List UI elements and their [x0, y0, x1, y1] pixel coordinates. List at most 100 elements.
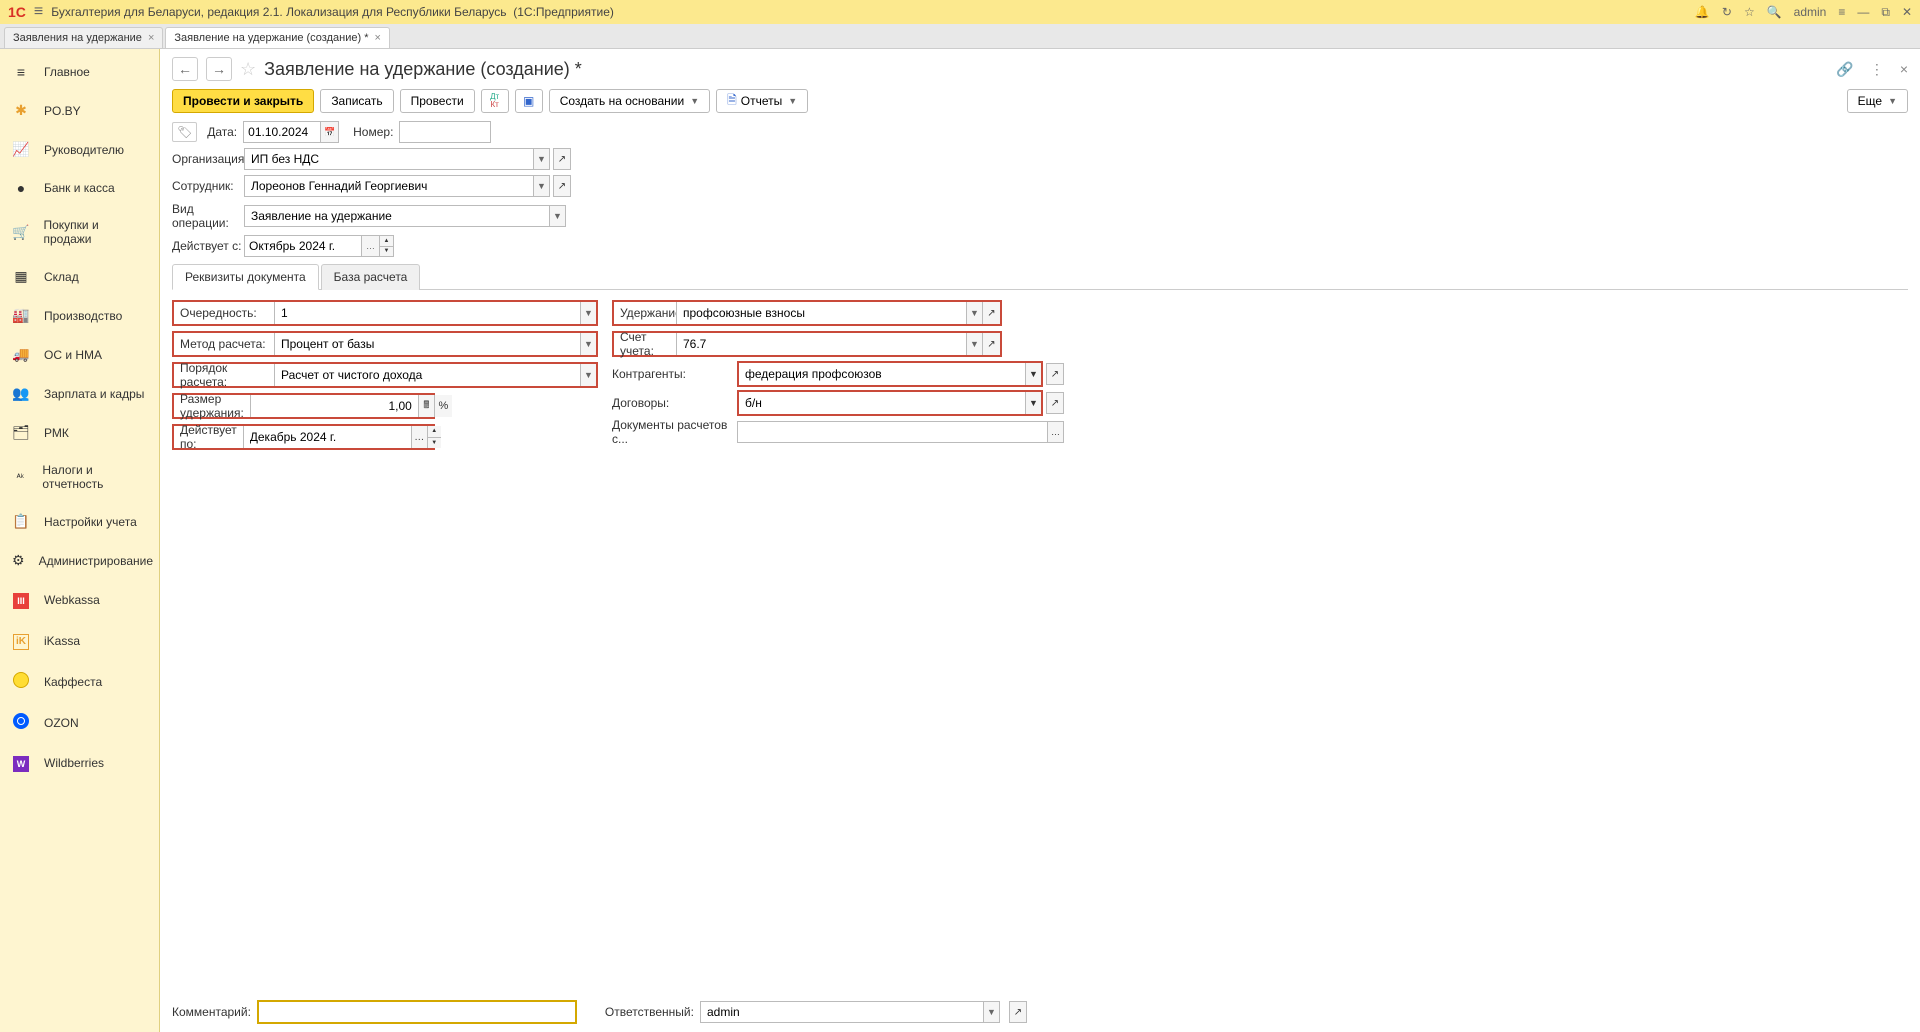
close-window-icon[interactable]: ✕	[1902, 5, 1912, 19]
sidebar-item-ikassa[interactable]: iKiKassa	[0, 620, 159, 661]
dropdown-icon[interactable]: ▼	[966, 302, 982, 324]
select-icon[interactable]: …	[411, 426, 427, 448]
reports-button[interactable]: 🗎Отчеты▼	[716, 89, 808, 113]
tab-document[interactable]: Заявление на удержание (создание) * ×	[165, 27, 390, 48]
calc-order-input[interactable]	[275, 364, 580, 386]
period-spinner[interactable]: ▲▼	[427, 426, 441, 448]
sidebar-item-poby[interactable]: ✱PO.BY	[0, 91, 159, 130]
history-icon[interactable]: ↻	[1722, 5, 1732, 19]
sidebar-item-wildberries[interactable]: WWildberries	[0, 743, 159, 783]
dropdown-icon[interactable]: ▼	[580, 364, 596, 386]
counterparty-input[interactable]	[739, 363, 1025, 385]
open-ref-icon[interactable]: ↗	[1046, 363, 1064, 385]
comment-input[interactable]	[257, 1000, 577, 1024]
sidebar-item-settings[interactable]: 📋Настройки учета	[0, 502, 159, 541]
sidebar-item-webkassa[interactable]: IIIWebkassa	[0, 580, 159, 620]
account-input[interactable]	[677, 333, 966, 355]
sidebar-item-manager[interactable]: 📈Руководителю	[0, 130, 159, 169]
open-ref-icon[interactable]: ↗	[982, 333, 1000, 355]
sidebar-item-label: Администрирование	[39, 554, 153, 568]
dropdown-icon[interactable]: ▼	[1025, 392, 1041, 414]
sidebar-item-label: Webkassa	[44, 593, 100, 607]
number-input[interactable]	[399, 121, 491, 143]
maximize-icon[interactable]: ⧉	[1881, 5, 1890, 20]
tab-requisites[interactable]: Реквизиты документа	[172, 264, 319, 290]
dropdown-icon[interactable]: ▼	[983, 1002, 999, 1022]
footer: Комментарий: Ответственный: ▼ ↗	[160, 992, 1920, 1032]
sidebar-item-main[interactable]: ≡Главное	[0, 53, 159, 91]
more-vertical-icon[interactable]: ⋮	[1870, 61, 1884, 78]
deduction-size-input[interactable]	[251, 395, 418, 417]
deduction-type-input[interactable]	[677, 302, 966, 324]
write-button[interactable]: Записать	[320, 89, 393, 113]
settings-icon[interactable]: ≡	[1838, 5, 1845, 19]
open-ref-icon[interactable]: ↗	[553, 148, 571, 170]
select-icon[interactable]: …	[1048, 421, 1064, 443]
nav-back-button[interactable]: ←	[172, 57, 198, 81]
priority-input[interactable]	[275, 302, 580, 324]
user-label[interactable]: admin	[1794, 5, 1827, 19]
close-page-icon[interactable]: ×	[1900, 61, 1908, 77]
poby-icon: ✱	[12, 102, 30, 119]
tab-close-icon[interactable]: ×	[148, 32, 154, 44]
dropdown-icon[interactable]: ▼	[533, 176, 549, 196]
sidebar-item-kaffesta[interactable]: Каффеста	[0, 661, 159, 702]
docsettlement-input[interactable]	[737, 421, 1048, 443]
dropdown-icon[interactable]: ▼	[966, 333, 982, 355]
employee-input[interactable]	[245, 176, 533, 196]
date-input[interactable]	[243, 121, 321, 143]
post-and-close-button[interactable]: Провести и закрыть	[172, 89, 314, 113]
sidebar-item-assets[interactable]: 🚚ОС и НМА	[0, 335, 159, 374]
contract-label: Договоры:	[612, 396, 737, 410]
open-ref-icon[interactable]: ↗	[982, 302, 1000, 324]
sidebar-item-production[interactable]: 🏭Производство	[0, 296, 159, 335]
main-menu-icon[interactable]: ≡	[34, 3, 43, 21]
minimize-icon[interactable]: —	[1857, 5, 1869, 19]
method-input[interactable]	[275, 333, 580, 355]
dtkt-button[interactable]: ДᴛКᴛ	[481, 89, 509, 113]
coin-icon: ●	[12, 180, 30, 196]
dropdown-icon[interactable]: ▼	[580, 333, 596, 355]
responsible-input[interactable]	[701, 1002, 983, 1022]
calculator-icon[interactable]: 🖩	[418, 395, 434, 417]
more-button[interactable]: Еще▼	[1847, 89, 1908, 113]
open-ref-icon[interactable]: ↗	[1046, 392, 1064, 414]
bell-icon[interactable]: 🔔	[1695, 5, 1710, 19]
chart-icon: 📈	[12, 141, 30, 158]
dropdown-icon[interactable]: ▼	[1025, 363, 1041, 385]
dropdown-icon[interactable]: ▼	[533, 149, 549, 169]
open-ref-icon[interactable]: ↗	[553, 175, 571, 197]
attach-icon[interactable]: 🏷	[172, 122, 197, 142]
structure-button[interactable]: ▣	[515, 89, 543, 113]
sidebar-item-ozon[interactable]: OZON	[0, 702, 159, 743]
organization-input[interactable]	[245, 149, 533, 169]
tab-close-icon[interactable]: ×	[374, 32, 380, 44]
operation-type-input[interactable]	[245, 206, 549, 226]
calendar-icon[interactable]: 📅	[321, 121, 339, 143]
select-icon[interactable]: …	[362, 235, 380, 257]
dropdown-icon[interactable]: ▼	[580, 302, 596, 324]
sidebar-item-rmk[interactable]: 🗂РМК	[0, 413, 159, 452]
sidebar-item-sales[interactable]: 🛒Покупки и продажи	[0, 207, 159, 257]
valid-from-input[interactable]	[244, 235, 362, 257]
contract-input[interactable]	[739, 392, 1025, 414]
valid-to-input[interactable]	[244, 426, 411, 448]
sidebar-item-admin[interactable]: ⚙Администрирование	[0, 541, 159, 580]
sidebar-item-payroll[interactable]: 👥Зарплата и кадры	[0, 374, 159, 413]
tab-list[interactable]: Заявления на удержание ×	[4, 27, 163, 48]
star-icon[interactable]: ☆	[1744, 5, 1755, 19]
dropdown-icon[interactable]: ▼	[549, 206, 565, 226]
sidebar-item-warehouse[interactable]: ▦Склад	[0, 257, 159, 296]
search-icon[interactable]: 🔍	[1767, 5, 1782, 19]
open-ref-icon[interactable]: ↗	[1009, 1001, 1027, 1023]
sidebar-item-taxes[interactable]: ᴬᵏНалоги и отчетность	[0, 452, 159, 502]
post-button[interactable]: Провести	[400, 89, 475, 113]
favorite-star-icon[interactable]: ☆	[240, 59, 256, 80]
create-based-button[interactable]: Создать на основании▼	[549, 89, 710, 113]
link-icon[interactable]: 🔗	[1836, 61, 1853, 78]
nav-forward-button[interactable]: →	[206, 57, 232, 81]
sidebar: ≡Главное ✱PO.BY 📈Руководителю ●Банк и ка…	[0, 49, 160, 1032]
sidebar-item-bank[interactable]: ●Банк и касса	[0, 169, 159, 207]
period-spinner[interactable]: ▲▼	[380, 235, 394, 257]
tab-calculation-base[interactable]: База расчета	[321, 264, 421, 290]
